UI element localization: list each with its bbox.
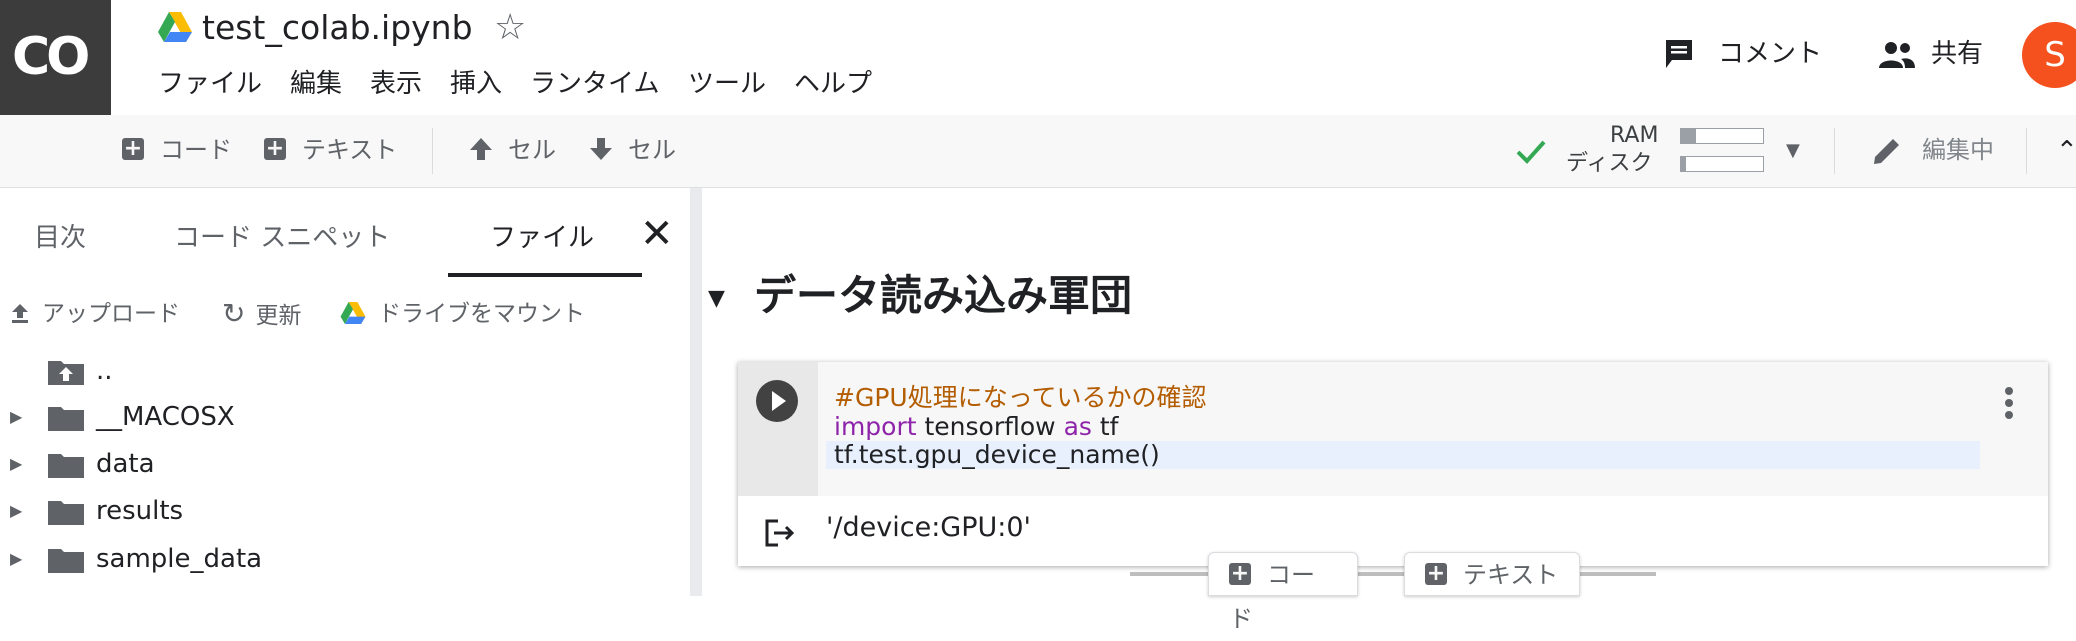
menu-tools[interactable]: ツール	[688, 64, 766, 104]
section-heading[interactable]: データ読み込み軍団	[754, 266, 1132, 326]
add-code-button[interactable]: + コード	[122, 130, 232, 170]
tab-files[interactable]: ファイル	[490, 218, 594, 258]
share-button[interactable]: 共有	[1931, 34, 1983, 74]
arrow-up-icon	[470, 138, 492, 160]
file-tree-folder[interactable]: ▶ sample_data	[0, 536, 690, 582]
plus-icon: +	[1229, 561, 1251, 586]
add-text-label: テキスト	[302, 136, 398, 164]
ram-meter-fill	[1681, 129, 1696, 143]
disk-meter-fill	[1681, 157, 1686, 171]
file-name: sample_data	[96, 544, 263, 574]
upload-label: アップロード	[42, 301, 180, 327]
cell-output: '/device:GPU:0'	[826, 512, 1031, 543]
add-text-button[interactable]: + テキスト	[264, 130, 397, 170]
disk-meter[interactable]	[1680, 156, 1764, 172]
expand-caret-icon[interactable]: ▶	[10, 394, 22, 440]
file-name: results	[96, 496, 184, 526]
close-icon[interactable]: ✕	[640, 212, 674, 256]
move-up-label: セル	[508, 136, 556, 164]
star-icon[interactable]: ☆	[494, 4, 526, 52]
toolbar-divider	[1834, 128, 1835, 174]
folder-icon	[48, 454, 84, 478]
insert-text-label: テキスト	[1463, 561, 1559, 589]
menu-view[interactable]: 表示	[370, 64, 422, 104]
code-line-import: import tensorflow as tf	[834, 413, 1118, 441]
run-cell-button[interactable]	[756, 380, 798, 422]
google-drive-icon	[158, 12, 192, 42]
section-collapse-caret-icon[interactable]: ▼	[708, 286, 725, 311]
document-title[interactable]: test_colab.ipynb	[202, 4, 473, 52]
collapse-header-icon[interactable]: ⌃	[2056, 136, 2076, 166]
refresh-button[interactable]: ↻ 更新	[222, 296, 301, 334]
expand-caret-icon[interactable]: ▶	[10, 441, 22, 487]
folder-icon	[48, 501, 84, 525]
arrow-down-icon	[590, 138, 612, 160]
file-tree-parent[interactable]: ..	[0, 348, 690, 394]
keyword-import: import	[834, 412, 917, 441]
folder-icon	[48, 549, 84, 573]
menu-file[interactable]: ファイル	[158, 64, 262, 104]
disk-label: ディスク	[1566, 151, 1653, 176]
code-comment-line: #GPU処理になっているかの確認	[834, 383, 1207, 412]
menu-insert[interactable]: 挿入	[450, 64, 502, 104]
output-icon[interactable]	[764, 518, 796, 548]
menu-runtime[interactable]: ランタイム	[530, 64, 659, 104]
tab-table-of-contents[interactable]: 目次	[34, 218, 86, 258]
refresh-label: 更新	[255, 303, 302, 329]
folder-up-icon	[48, 361, 84, 385]
colab-logo[interactable]: CO	[0, 0, 111, 115]
file-tree-folder[interactable]: ▶ __MACOSX	[0, 394, 690, 440]
code-alias: tf	[1091, 412, 1119, 441]
active-tab-indicator	[448, 273, 642, 277]
menu-help[interactable]: ヘルプ	[794, 64, 872, 104]
file-name: data	[96, 449, 155, 479]
code-line-call: tf.test.gpu_device_name()	[834, 440, 1160, 469]
move-cell-down-button[interactable]: セル	[588, 130, 676, 170]
logo-text: CO	[12, 27, 90, 87]
expand-caret-icon[interactable]: ▶	[10, 536, 22, 582]
file-tree-folder[interactable]: ▶ data	[0, 441, 690, 487]
mount-drive-label: ドライブをマウント	[378, 301, 585, 327]
ram-label: RAM	[1610, 123, 1659, 148]
file-name: ..	[96, 356, 113, 386]
editing-status[interactable]: 編集中	[1922, 130, 1994, 170]
file-name: __MACOSX	[96, 402, 235, 432]
add-code-label: コード	[160, 136, 232, 164]
menu-edit[interactable]: 編集	[290, 64, 342, 104]
move-cell-up-button[interactable]: セル	[468, 130, 556, 170]
resources-dropdown-icon[interactable]: ▼	[1786, 140, 1800, 161]
toolbar-divider	[2026, 128, 2027, 174]
comment-icon[interactable]	[1664, 38, 1694, 70]
expand-caret-icon[interactable]: ▶	[10, 488, 22, 534]
insert-code-cell-button[interactable]: + コード	[1208, 552, 1358, 633]
folder-icon	[48, 407, 84, 431]
upload-icon	[12, 303, 28, 323]
google-drive-icon	[340, 301, 366, 324]
plus-icon: +	[122, 136, 144, 161]
plus-icon: +	[264, 136, 286, 161]
move-down-label: セル	[628, 136, 676, 164]
upload-button[interactable]: アップロード	[10, 296, 180, 332]
pencil-icon[interactable]	[1870, 134, 1904, 168]
sidebar-resize-gutter[interactable]	[690, 188, 702, 596]
plus-icon: +	[1425, 561, 1447, 586]
code-module: tensorflow	[916, 412, 1064, 441]
ram-meter[interactable]	[1680, 128, 1764, 144]
mount-drive-button[interactable]: ドライブをマウント	[340, 296, 585, 332]
avatar[interactable]: S	[2022, 22, 2076, 88]
tab-code-snippets[interactable]: コード スニペット	[174, 218, 390, 258]
toolbar-divider	[432, 128, 433, 174]
comment-button[interactable]: コメント	[1718, 34, 1822, 74]
refresh-icon: ↻	[222, 297, 246, 330]
file-tree-folder[interactable]: ▶ results	[0, 488, 690, 534]
people-icon[interactable]	[1877, 40, 1917, 70]
connected-check-icon[interactable]	[1514, 134, 1548, 168]
keyword-as: as	[1063, 412, 1092, 441]
more-vert-icon[interactable]	[2004, 386, 2014, 420]
insert-text-cell-button[interactable]: + テキスト	[1404, 552, 1580, 596]
